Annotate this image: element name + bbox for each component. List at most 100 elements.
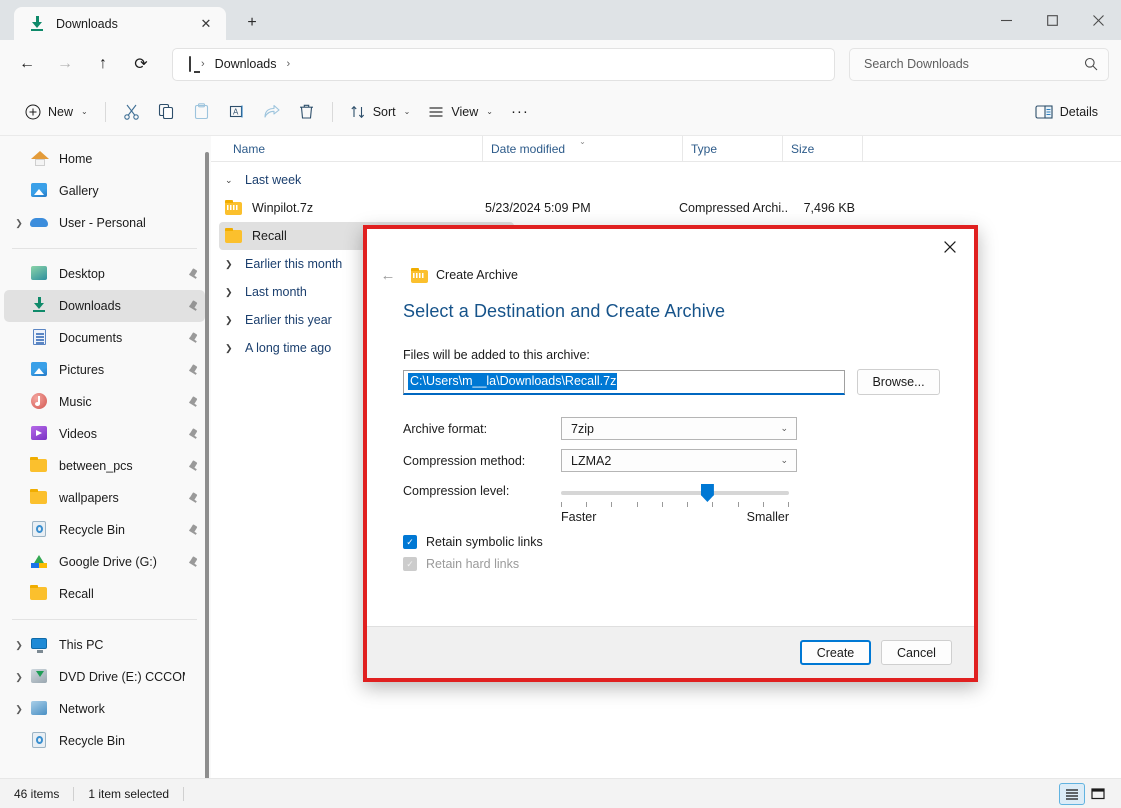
- sidebar-item-user-personal[interactable]: ❯ User - Personal: [4, 207, 205, 239]
- breadcrumb-separator: ›: [201, 58, 205, 70]
- folder-icon: [30, 488, 50, 508]
- compression-method-select[interactable]: LZMA2 ⌄: [561, 449, 797, 472]
- minimize-button[interactable]: [983, 0, 1029, 40]
- videos-icon: [30, 424, 50, 444]
- sidebar-item-gallery[interactable]: Gallery: [4, 175, 205, 207]
- sidebar-item-wallpapers[interactable]: wallpapers: [4, 482, 205, 514]
- delete-button[interactable]: [289, 96, 324, 128]
- tab-downloads[interactable]: Downloads ✕: [14, 7, 226, 40]
- view-button[interactable]: View ⌄: [419, 96, 502, 128]
- chevron-right-icon[interactable]: ❯: [8, 640, 30, 651]
- compression-level-row: Compression level: Faster Smaller: [403, 481, 940, 524]
- chevron-right-icon[interactable]: ❯: [225, 343, 245, 354]
- file-group-label: A long time ago: [245, 341, 332, 355]
- sidebar-item-between-pcs[interactable]: between_pcs: [4, 450, 205, 482]
- title-bar: Downloads ✕ +: [0, 0, 1121, 40]
- retain-symbolic-links-row[interactable]: ✓ Retain symbolic links: [403, 535, 940, 549]
- dvd-icon: [30, 667, 50, 687]
- rename-icon: A: [228, 103, 245, 120]
- compression-level-slider[interactable]: Faster Smaller: [561, 481, 789, 524]
- create-button[interactable]: Create: [800, 640, 871, 665]
- sidebar-item-videos[interactable]: Videos: [4, 418, 205, 450]
- column-header-type[interactable]: Type: [683, 136, 783, 161]
- sidebar-item-recycle-bin[interactable]: Recycle Bin: [4, 725, 205, 757]
- sidebar-item-google-drive-g[interactable]: Google Drive (G:): [4, 546, 205, 578]
- close-icon[interactable]: ✕: [194, 12, 218, 36]
- pin-icon: [185, 460, 201, 473]
- file-name-label: Winpilot.7z: [252, 201, 314, 215]
- rename-button[interactable]: A: [219, 96, 254, 128]
- dialog-header: ← Create Archive: [367, 229, 974, 287]
- sidebar-item-desktop[interactable]: Desktop: [4, 258, 205, 290]
- chevron-right-icon[interactable]: ❯: [225, 259, 245, 270]
- sidebar-item-home[interactable]: Home: [4, 143, 205, 175]
- file-type-cell: Compressed Archi...: [679, 201, 787, 215]
- sidebar-item-music[interactable]: Music: [4, 386, 205, 418]
- maximize-button[interactable]: [1029, 0, 1075, 40]
- sidebar-item-pictures[interactable]: Pictures: [4, 354, 205, 386]
- breadcrumb[interactable]: › Downloads ›: [172, 47, 835, 81]
- new-tab-button[interactable]: +: [236, 8, 268, 38]
- pictures-icon: [30, 360, 50, 380]
- sidebar-item-label: Google Drive (G:): [59, 555, 157, 569]
- refresh-button[interactable]: ⟳: [124, 47, 158, 81]
- details-view-icon[interactable]: [1059, 782, 1085, 805]
- up-button[interactable]: ↑: [86, 47, 120, 81]
- copy-button[interactable]: [149, 96, 184, 128]
- chevron-right-icon[interactable]: ❯: [225, 287, 245, 298]
- column-header-date[interactable]: ⌄ Date modified: [483, 136, 683, 161]
- breadcrumb-item-downloads[interactable]: Downloads: [215, 57, 277, 71]
- sidebar-item-recall[interactable]: Recall: [4, 578, 205, 610]
- dialog-close-icon[interactable]: [930, 233, 970, 261]
- chevron-right-icon[interactable]: ❯: [8, 218, 30, 229]
- share-button[interactable]: [254, 96, 289, 128]
- chevron-right-icon[interactable]: ❯: [8, 672, 30, 683]
- sidebar-item-dvd-drive-e-cccoma-x64[interactable]: ❯ DVD Drive (E:) CCCOMA_X64: [4, 661, 205, 693]
- chevron-right-icon[interactable]: ❯: [225, 315, 245, 326]
- column-label-date: Date modified: [491, 141, 566, 156]
- cut-button[interactable]: [114, 96, 149, 128]
- search-input[interactable]: Search Downloads: [849, 47, 1109, 81]
- sidebar-item-recycle-bin[interactable]: Recycle Bin: [4, 514, 205, 546]
- column-header-name[interactable]: Name: [225, 136, 483, 161]
- folder-icon: [30, 584, 50, 604]
- details-pane-button[interactable]: Details: [1026, 96, 1107, 128]
- sidebar-item-label: This PC: [59, 638, 104, 652]
- browse-button[interactable]: Browse...: [857, 369, 940, 395]
- forward-button[interactable]: →: [48, 47, 82, 81]
- chevron-right-icon[interactable]: ❯: [8, 704, 30, 715]
- chevron-down-icon[interactable]: ⌄: [225, 175, 245, 186]
- divider: [104, 101, 106, 122]
- slider-tick: [737, 502, 739, 507]
- dialog-back-button[interactable]: ←: [375, 263, 401, 287]
- compression-method-label: Compression method:: [403, 453, 526, 468]
- sidebar-item-this-pc[interactable]: ❯ This PC: [4, 629, 205, 661]
- slider-track[interactable]: [561, 491, 789, 495]
- chevron-down-icon: ⌄: [81, 107, 88, 116]
- cancel-button[interactable]: Cancel: [881, 640, 952, 665]
- slider-thumb[interactable]: [700, 484, 714, 502]
- archive-format-select[interactable]: 7zip ⌄: [561, 417, 797, 440]
- sidebar-scrollbar[interactable]: [205, 152, 209, 778]
- sort-button[interactable]: Sort ⌄: [341, 96, 420, 128]
- sidebar-item-network[interactable]: ❯ Network: [4, 693, 205, 725]
- retain-symbolic-links-checkbox[interactable]: ✓: [403, 535, 417, 549]
- back-button[interactable]: ←: [10, 47, 44, 81]
- selection-count: 1 item selected: [88, 786, 170, 801]
- breadcrumb-separator-trailing[interactable]: ›: [277, 58, 301, 70]
- documents-icon: [30, 328, 50, 348]
- new-button[interactable]: New ⌄: [16, 96, 97, 128]
- sidebar-item-label: DVD Drive (E:) CCCOMA_X64: [59, 670, 185, 684]
- sidebar-item-documents[interactable]: Documents: [4, 322, 205, 354]
- sidebar-item-downloads[interactable]: Downloads: [4, 290, 205, 322]
- column-header-size[interactable]: Size: [783, 136, 863, 161]
- large-icons-view-icon[interactable]: [1085, 783, 1111, 805]
- search-icon: [1084, 57, 1098, 71]
- window-close-button[interactable]: [1075, 0, 1121, 40]
- more-button[interactable]: ···: [502, 96, 538, 128]
- table-row[interactable]: Winpilot.7z 5/23/2024 5:09 PM Compressed A…: [219, 194, 1121, 222]
- paste-button[interactable]: [184, 96, 219, 128]
- file-group-header[interactable]: ⌄ Last week: [211, 166, 1121, 194]
- archive-path-input[interactable]: C:\Users\m__la\Downloads\Recall.7z: [403, 369, 845, 395]
- window-controls: [983, 0, 1121, 40]
